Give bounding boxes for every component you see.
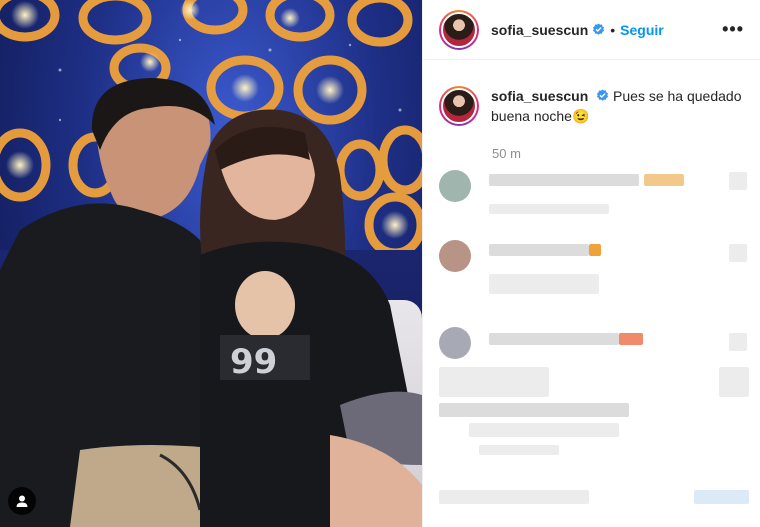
caption-author-avatar[interactable] (439, 86, 479, 126)
verified-badge-icon (597, 89, 609, 101)
comment-input-blurred (439, 482, 749, 512)
follow-button[interactable]: Seguir (620, 22, 664, 38)
caption-username[interactable]: sofia_suescun (491, 88, 588, 104)
post-caption: sofia_suescun Pues se ha quedado buena n… (423, 60, 760, 126)
woman-figure: 99 (200, 109, 422, 527)
verified-badge-icon (593, 23, 605, 35)
comment-blurred (439, 168, 749, 218)
comment-blurred (439, 238, 749, 308)
post-photo[interactable]: 99 (0, 0, 422, 527)
post-side-panel: sofia_suescun • Seguir ••• sofia_suescun… (422, 0, 760, 527)
caption-text: sofia_suescun Pues se ha quedado buena n… (491, 86, 744, 126)
author-avatar[interactable] (439, 9, 479, 50)
header-separator: • (610, 21, 616, 38)
more-options-icon[interactable]: ••• (722, 19, 744, 40)
comment-blurred (439, 325, 749, 465)
author-username[interactable]: sofia_suescun (491, 22, 588, 38)
user-tag-icon[interactable] (8, 487, 36, 515)
post-header: sofia_suescun • Seguir ••• (423, 0, 760, 60)
svg-text:99: 99 (230, 342, 277, 382)
post-timestamp: 50 m (492, 146, 521, 161)
caption-emoji: 😉 (571, 108, 590, 124)
